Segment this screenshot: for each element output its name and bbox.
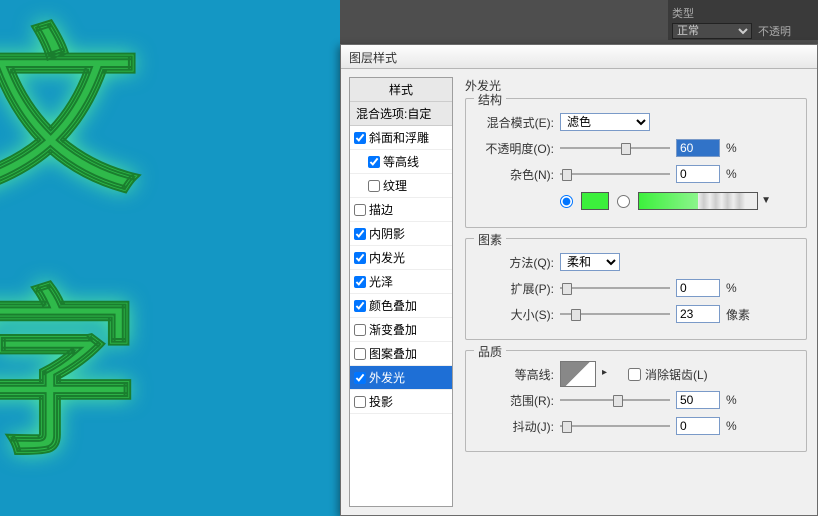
jitter-label: 抖动(J): xyxy=(476,418,554,435)
antialias-checkbox[interactable] xyxy=(628,368,641,381)
range-slider[interactable] xyxy=(560,391,670,409)
size-input[interactable] xyxy=(676,305,720,323)
canvas-text: 文字 xyxy=(0,0,300,489)
style-label: 内阴影 xyxy=(369,225,405,242)
style-checkbox[interactable] xyxy=(368,180,380,192)
gradient-swatch[interactable] xyxy=(638,192,758,210)
elements-fieldset: 图素 方法(Q): 柔和 扩展(P): % 大小(S): 像素 xyxy=(465,238,807,340)
style-item[interactable]: 等高线 xyxy=(350,150,452,174)
contour-picker[interactable] xyxy=(560,361,596,387)
style-label: 纹理 xyxy=(383,177,407,194)
style-label: 投影 xyxy=(369,393,393,410)
style-checkbox[interactable] xyxy=(354,372,366,384)
style-item[interactable]: 内阴影 xyxy=(350,222,452,246)
style-item[interactable]: 图案叠加 xyxy=(350,342,452,366)
technique-label: 方法(Q): xyxy=(476,254,554,271)
antialias-checkbox-label[interactable]: 消除锯齿(L) xyxy=(628,366,708,383)
opacity-unit: % xyxy=(726,141,752,155)
noise-slider[interactable] xyxy=(560,165,670,183)
color-swatch[interactable] xyxy=(581,192,609,210)
range-label: 范围(R): xyxy=(476,392,554,409)
jitter-unit: % xyxy=(726,419,752,433)
style-label: 图案叠加 xyxy=(369,345,417,362)
style-item[interactable]: 渐变叠加 xyxy=(350,318,452,342)
style-checkbox[interactable] xyxy=(354,396,366,408)
blend-mode-label: 混合模式(E): xyxy=(476,114,554,131)
noise-input[interactable] xyxy=(676,165,720,183)
styles-header[interactable]: 样式 xyxy=(350,78,452,102)
style-label: 渐变叠加 xyxy=(369,321,417,338)
style-checkbox[interactable] xyxy=(354,228,366,240)
outer-glow-panel: 外发光 结构 混合模式(E): 滤色 不透明度(O): % 杂色(N): xyxy=(453,69,817,515)
type-filter-label: 类型 xyxy=(672,5,694,21)
contour-label: 等高线: xyxy=(476,366,554,383)
style-label: 描边 xyxy=(369,201,393,218)
opacity-input[interactable] xyxy=(676,139,720,157)
style-label: 外发光 xyxy=(369,369,405,386)
jitter-slider[interactable] xyxy=(560,417,670,435)
structure-legend: 结构 xyxy=(474,91,506,108)
blend-mode-select[interactable]: 正常 xyxy=(672,23,752,39)
range-input[interactable] xyxy=(676,391,720,409)
canvas-background[interactable]: 文字 xyxy=(0,0,340,516)
style-item[interactable]: 投影 xyxy=(350,390,452,414)
style-item[interactable]: 光泽 xyxy=(350,270,452,294)
blend-options-row[interactable]: 混合选项:自定 xyxy=(350,102,452,126)
panel-title: 外发光 xyxy=(465,77,807,94)
style-item[interactable]: 斜面和浮雕 xyxy=(350,126,452,150)
spread-unit: % xyxy=(726,281,752,295)
style-item[interactable]: 外发光 xyxy=(350,366,452,390)
solid-color-radio[interactable] xyxy=(560,195,573,208)
opacity-label: 不透明 xyxy=(758,23,791,39)
style-label: 光泽 xyxy=(369,273,393,290)
opacity-slider[interactable] xyxy=(560,139,670,157)
style-label: 颜色叠加 xyxy=(369,297,417,314)
spread-input[interactable] xyxy=(676,279,720,297)
size-unit: 像素 xyxy=(726,306,752,323)
style-label: 斜面和浮雕 xyxy=(369,129,429,146)
gradient-radio[interactable] xyxy=(617,195,630,208)
spread-slider[interactable] xyxy=(560,279,670,297)
jitter-input[interactable] xyxy=(676,417,720,435)
style-checkbox[interactable] xyxy=(354,300,366,312)
opacity-label: 不透明度(O): xyxy=(476,140,554,157)
range-unit: % xyxy=(726,393,752,407)
style-item[interactable]: 颜色叠加 xyxy=(350,294,452,318)
style-item[interactable]: 纹理 xyxy=(350,174,452,198)
style-checkbox[interactable] xyxy=(354,276,366,288)
size-slider[interactable] xyxy=(560,305,670,323)
style-item[interactable]: 内发光 xyxy=(350,246,452,270)
size-label: 大小(S): xyxy=(476,306,554,323)
style-checkbox[interactable] xyxy=(368,156,380,168)
style-checkbox[interactable] xyxy=(354,324,366,336)
layer-style-dialog: 图层样式 样式 混合选项:自定 斜面和浮雕等高线纹理描边内阴影内发光光泽颜色叠加… xyxy=(340,44,818,516)
dialog-title: 图层样式 xyxy=(341,45,817,69)
styles-list: 样式 混合选项:自定 斜面和浮雕等高线纹理描边内阴影内发光光泽颜色叠加渐变叠加图… xyxy=(349,77,453,507)
technique-combo[interactable]: 柔和 xyxy=(560,253,620,271)
noise-unit: % xyxy=(726,167,752,181)
quality-fieldset: 品质 等高线: 消除锯齿(L) 范围(R): % xyxy=(465,350,807,452)
quality-legend: 品质 xyxy=(474,343,506,360)
blend-mode-combo[interactable]: 滤色 xyxy=(560,113,650,131)
noise-label: 杂色(N): xyxy=(476,166,554,183)
structure-fieldset: 结构 混合模式(E): 滤色 不透明度(O): % 杂色(N): % xyxy=(465,98,807,228)
layers-panel-top: 类型 正常 不透明 xyxy=(668,0,818,40)
style-checkbox[interactable] xyxy=(354,252,366,264)
style-checkbox[interactable] xyxy=(354,132,366,144)
elements-legend: 图素 xyxy=(474,231,506,248)
style-item[interactable]: 描边 xyxy=(350,198,452,222)
spread-label: 扩展(P): xyxy=(476,280,554,297)
style-label: 等高线 xyxy=(383,153,419,170)
style-checkbox[interactable] xyxy=(354,348,366,360)
style-checkbox[interactable] xyxy=(354,204,366,216)
style-label: 内发光 xyxy=(369,249,405,266)
